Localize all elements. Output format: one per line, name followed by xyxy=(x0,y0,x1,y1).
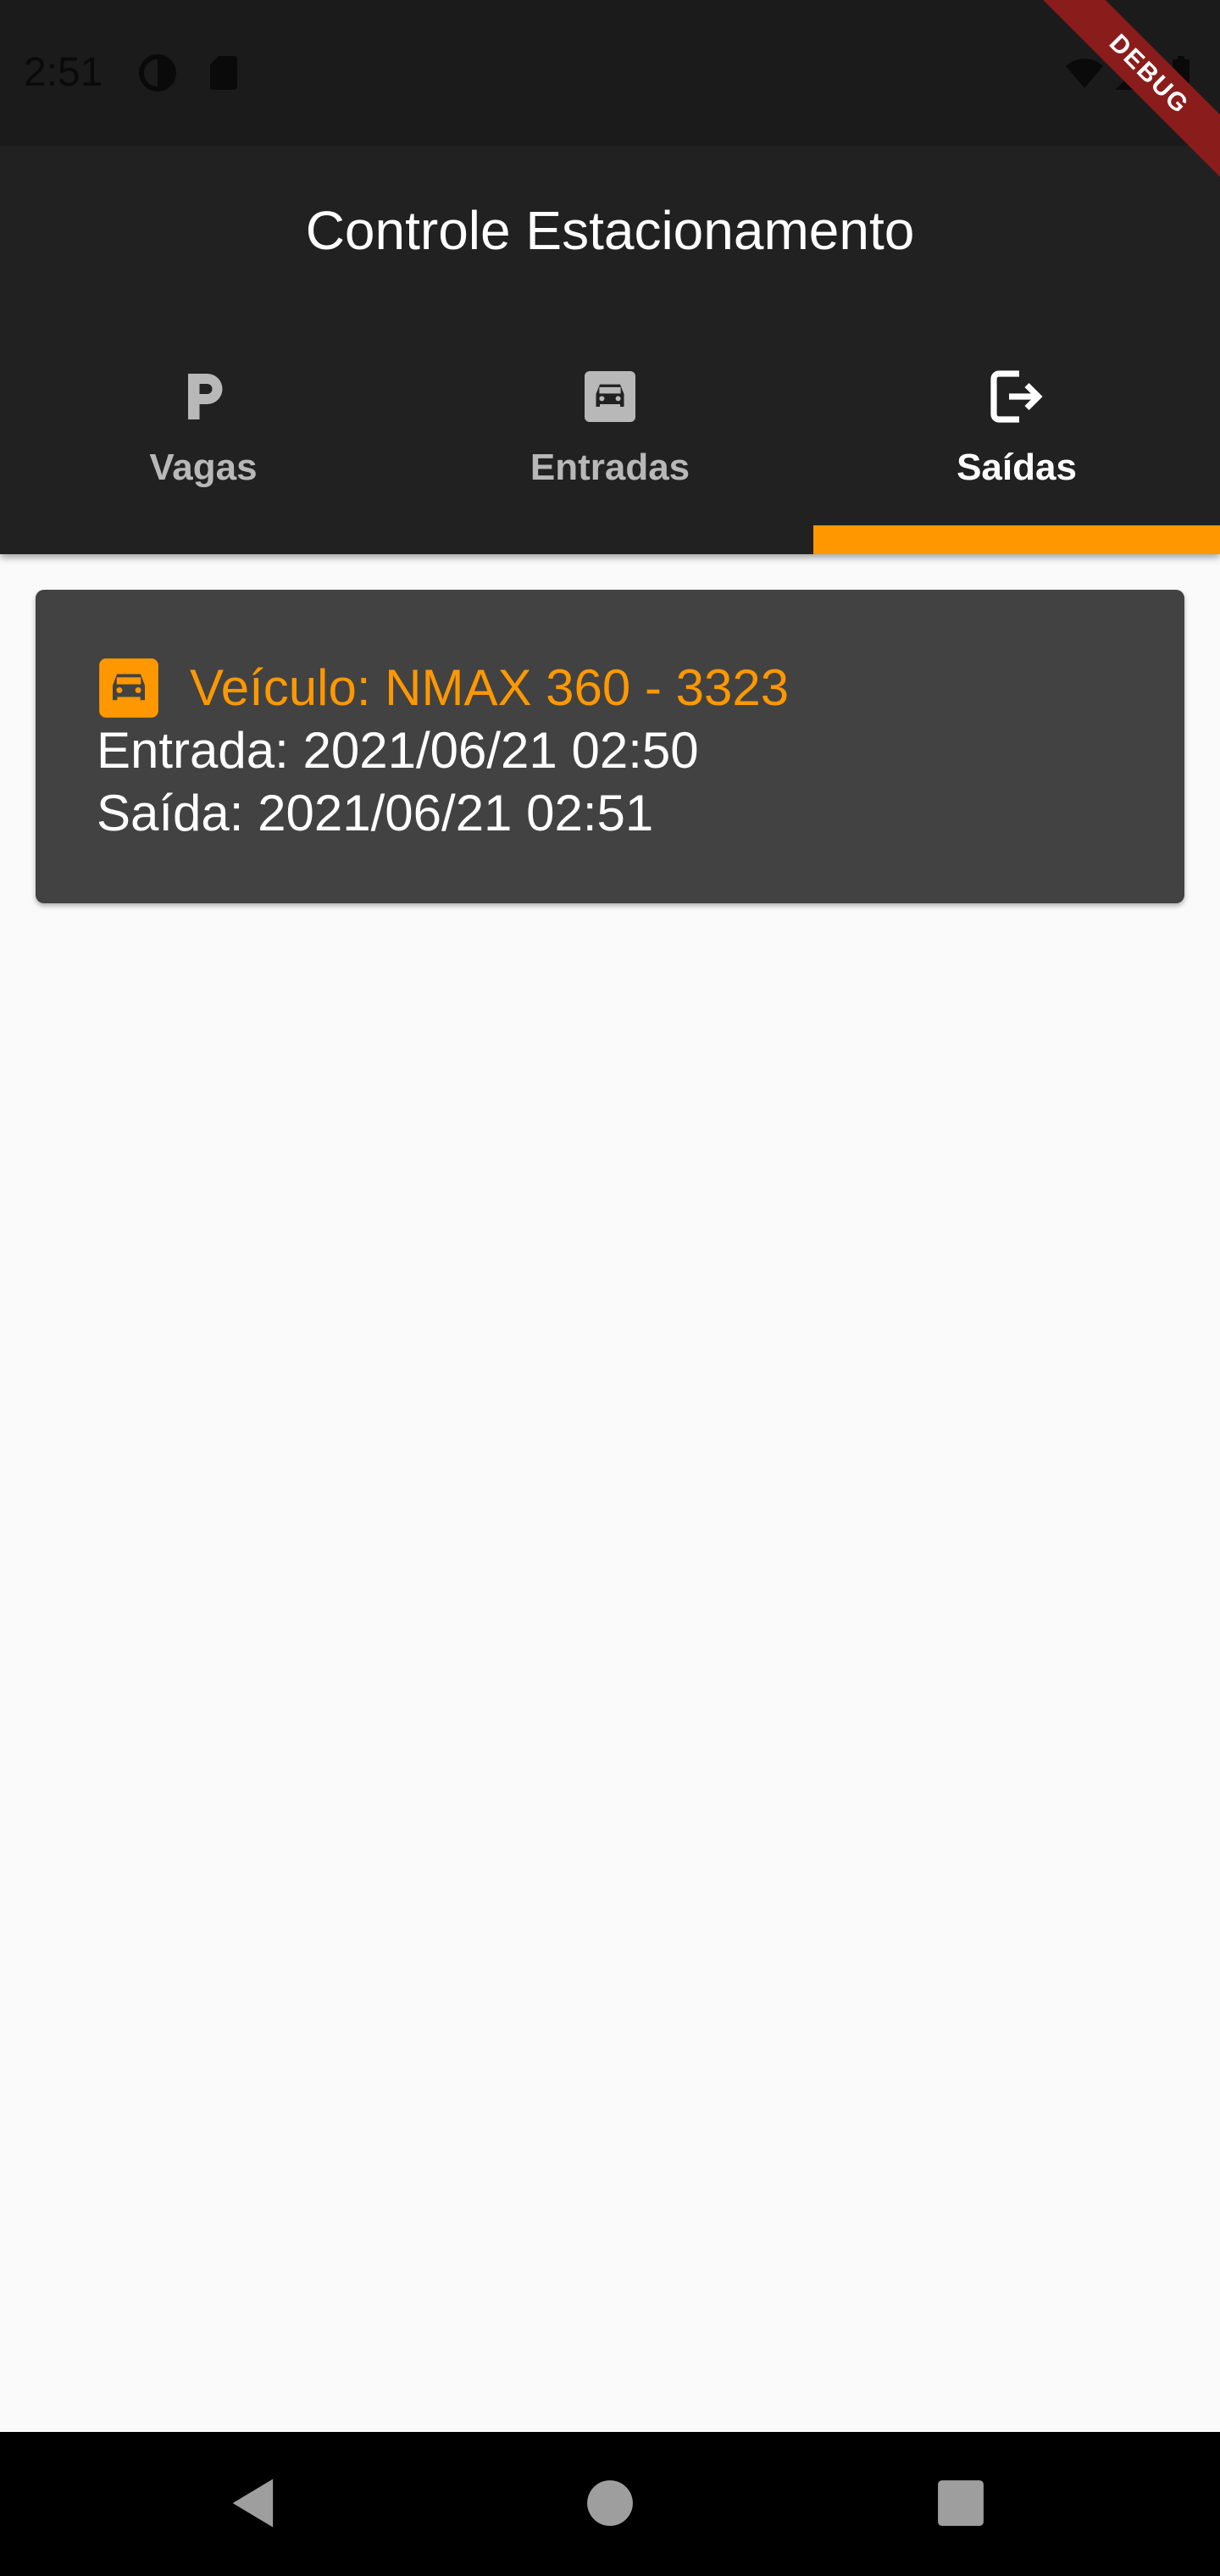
exit-record-card[interactable]: Veículo: NMAX 360 - 3323 Entrada: 2021/0… xyxy=(36,590,1184,903)
vehicle-label: Veículo: NMAX 360 - 3323 xyxy=(190,659,790,716)
app-title: Controle Estacionamento xyxy=(305,200,915,261)
wifi-icon xyxy=(1064,53,1105,93)
entry-time: Entrada: 2021/06/21 02:50 xyxy=(97,722,699,779)
car-icon xyxy=(580,366,640,427)
tab-vagas[interactable]: Vagas xyxy=(0,337,407,554)
active-tab-indicator xyxy=(813,525,1220,554)
system-nav-bar xyxy=(0,2432,1220,2576)
tab-saidas[interactable]: Saídas xyxy=(813,337,1220,554)
app-bar: Controle Estacionamento Vagas Entradas S… xyxy=(0,146,1220,554)
car-icon xyxy=(97,656,161,720)
data-saver-icon xyxy=(137,53,178,93)
home-icon[interactable] xyxy=(578,2471,642,2535)
recents-icon[interactable] xyxy=(929,2471,993,2535)
tab-entradas[interactable]: Entradas xyxy=(407,337,813,554)
tab-label-entradas: Entradas xyxy=(530,447,690,488)
status-bar: 2:51 xyxy=(0,0,1220,146)
back-icon[interactable] xyxy=(222,2471,286,2535)
sd-card-icon xyxy=(203,53,244,93)
status-time: 2:51 xyxy=(24,50,103,95)
parking-icon xyxy=(173,366,234,427)
logout-icon xyxy=(986,366,1047,427)
tab-bar: Vagas Entradas Saídas xyxy=(0,337,1220,554)
tab-label-vagas: Vagas xyxy=(149,447,258,488)
app-screen: 2:51 DEBUG Controle Estacionamento Vagas xyxy=(0,0,1220,2576)
tab-label-saidas: Saídas xyxy=(957,447,1077,488)
exit-time: Saída: 2021/06/21 02:51 xyxy=(97,785,654,841)
